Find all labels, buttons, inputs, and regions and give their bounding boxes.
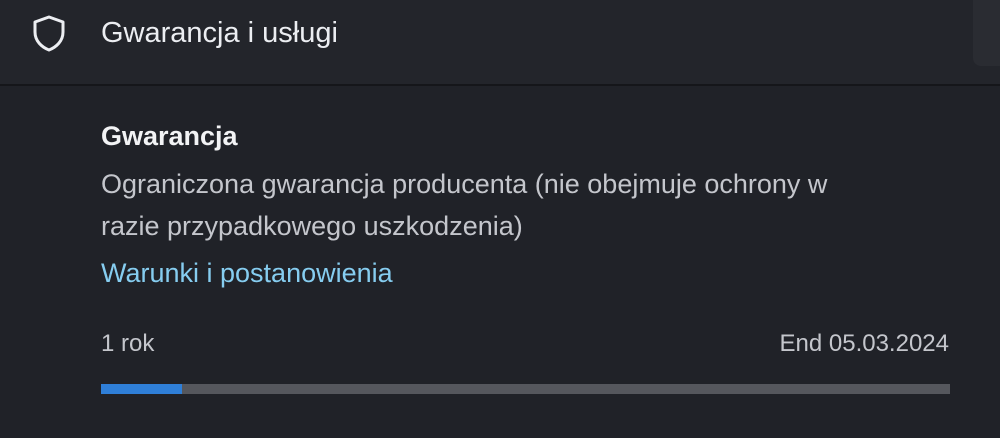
divider <box>0 84 1000 86</box>
warranty-end-date: End 05.03.2024 <box>779 330 950 357</box>
warranty-progress-bar <box>101 384 950 394</box>
warranty-description: Ograniczona gwarancja producenta (nie ob… <box>101 169 828 241</box>
scrollbar[interactable] <box>973 0 1000 66</box>
warranty-services-panel: Gwarancja i usługi Gwarancja Ograniczona… <box>0 0 1000 438</box>
warranty-title: Gwarancja <box>101 121 238 151</box>
section-header-title: Gwarancja i usługi <box>101 17 338 49</box>
shield-icon <box>33 15 65 52</box>
warranty-progress-fill <box>101 384 182 394</box>
section-header[interactable]: Gwarancja i usługi <box>0 0 1000 84</box>
warranty-duration: 1 rok <box>101 330 155 357</box>
terms-and-conditions-link[interactable]: Warunki i postanowienia <box>101 254 393 292</box>
